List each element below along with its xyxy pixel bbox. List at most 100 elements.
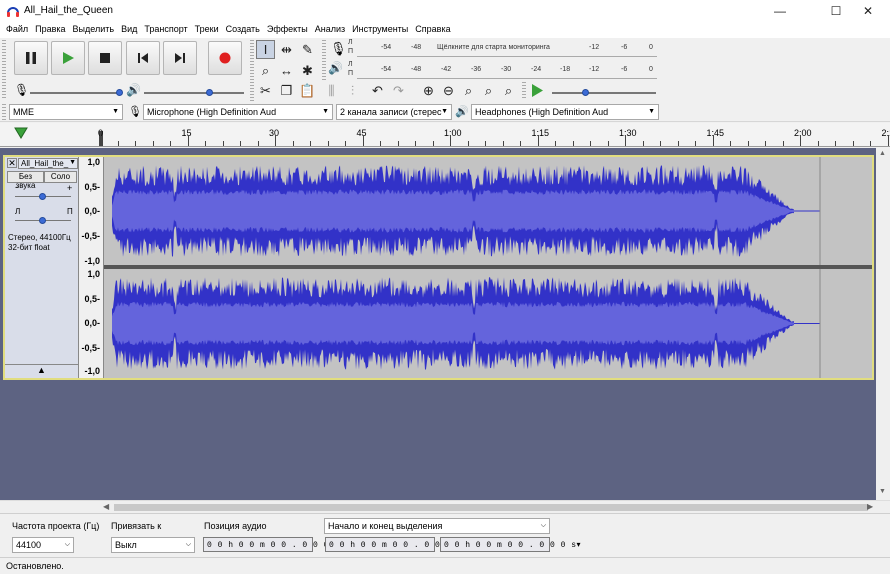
toolbar-grip[interactable] xyxy=(250,82,254,100)
mute-button[interactable]: Без звука xyxy=(7,171,44,190)
toolbar-grip[interactable] xyxy=(322,40,326,80)
recording-channels-select[interactable]: 2 канала записи (стерес ▼ xyxy=(336,104,452,120)
recording-volume-thumb[interactable] xyxy=(116,89,123,96)
selection-start-field[interactable]: 0 0 h 0 0 m 0 0 . 0 0 0 s▾ xyxy=(325,537,466,552)
zoom-out-icon[interactable]: ⊖ xyxy=(439,81,458,100)
close-track-icon[interactable]: ✕ xyxy=(7,158,17,168)
ruler-tick xyxy=(835,141,836,146)
audio-track[interactable]: ✕ All_Hail_the_ ▼ Без звука Соло - + Л П … xyxy=(3,155,874,380)
toolbar-grip[interactable] xyxy=(2,40,6,80)
gain-minus-label: - xyxy=(15,182,18,192)
menu-tools[interactable]: Инструменты xyxy=(349,22,412,38)
play-at-speed-thumb[interactable] xyxy=(582,89,589,96)
recording-volume-slider[interactable] xyxy=(30,92,122,94)
draw-tool[interactable]: ✎ xyxy=(298,40,317,59)
menu-file[interactable]: Файл xyxy=(3,22,32,38)
menu-transport[interactable]: Транспорт xyxy=(141,22,191,38)
toolbar-grip[interactable] xyxy=(2,104,6,120)
record-meter[interactable]: -54 -48 Щёлкните для старта мониторинга … xyxy=(357,41,657,57)
selection-tool[interactable]: I xyxy=(256,40,275,59)
track-name-menu[interactable]: All_Hail_the_ ▼ xyxy=(18,158,78,169)
cut-icon[interactable]: ✂ xyxy=(256,81,275,100)
playback-meter-tick: -48 xyxy=(411,66,422,73)
collapse-track-button[interactable]: ▲ xyxy=(5,364,78,378)
play-button[interactable] xyxy=(51,41,85,75)
snap-to-select[interactable]: Выкл ⌵ xyxy=(111,537,195,553)
pinned-play-head-icon[interactable] xyxy=(14,127,28,139)
undo-icon[interactable]: ↶ xyxy=(368,81,387,100)
ruler-tick xyxy=(327,141,329,146)
playback-meter-tick: -24 xyxy=(531,66,542,73)
vertical-scrollbar[interactable]: ▲ ▼ xyxy=(876,148,890,500)
toolbar-grip[interactable] xyxy=(522,82,526,100)
horizontal-scroll-thumb[interactable] xyxy=(114,504,868,511)
record-meter-tick: -12 xyxy=(589,44,600,51)
scroll-right-icon[interactable]: ▶ xyxy=(867,502,873,511)
multi-tool[interactable]: ✱ xyxy=(298,61,317,80)
record-button[interactable] xyxy=(208,41,242,75)
selection-mode-select[interactable]: Начало и конец выделения ⌵ xyxy=(324,518,550,534)
fit-selection-icon[interactable]: ⌕ xyxy=(459,81,478,100)
envelope-icon: ⇹ xyxy=(281,41,292,57)
selection-end-field[interactable]: 0 0 h 0 0 m 0 0 . 0 0 0 s▾ xyxy=(440,537,581,552)
speaker-icon[interactable]: 🔊 xyxy=(328,61,343,75)
record-icon xyxy=(219,52,231,64)
menu-view[interactable]: Вид xyxy=(118,22,141,38)
scroll-down-icon[interactable]: ▼ xyxy=(879,488,886,495)
menu-generate[interactable]: Создать xyxy=(223,22,264,38)
scroll-left-icon[interactable]: ◀ xyxy=(103,502,109,511)
skip-to-start-button[interactable] xyxy=(126,41,160,75)
timeline-ruler[interactable]: 01530451:001:151:301:452:002:15 xyxy=(0,123,890,147)
playback-device-select[interactable]: Headphones (High Definition Aud ▼ xyxy=(471,104,659,120)
audacity-app-icon xyxy=(7,7,19,17)
play-at-speed-slider[interactable] xyxy=(552,92,656,94)
waveform-right-channel[interactable] xyxy=(104,269,872,378)
project-rate-value: 44100 xyxy=(16,540,42,550)
waveform-left-channel[interactable] xyxy=(104,157,872,265)
pause-button[interactable] xyxy=(14,41,48,75)
menu-select[interactable]: Выделить xyxy=(70,22,119,38)
gain-slider-thumb[interactable] xyxy=(39,193,46,200)
fit-project-icon[interactable]: ⌕ xyxy=(479,81,498,100)
recording-device-select[interactable]: Microphone (High Definition Aud ▼ xyxy=(143,104,333,120)
silence-audio-icon[interactable]: ⫶ xyxy=(343,81,362,100)
zoom-tool[interactable]: ⌕ xyxy=(256,61,275,80)
microphone-icon[interactable]: 🎙 xyxy=(330,41,347,57)
playback-meter[interactable]: -54 -48 -42 -36 -30 -24 -18 -12 -6 0 xyxy=(357,63,657,79)
redo-icon[interactable]: ↷ xyxy=(389,81,408,100)
ruler-tick xyxy=(100,135,101,146)
skip-to-end-button[interactable] xyxy=(163,41,197,75)
horizontal-scrollbar[interactable]: ◀ ▶ xyxy=(0,500,890,513)
copy-icon[interactable]: ❐ xyxy=(277,81,296,100)
playback-volume-slider[interactable] xyxy=(144,92,244,94)
envelope-tool[interactable]: ⇹ xyxy=(277,40,296,59)
play-at-speed-icon[interactable] xyxy=(531,84,544,97)
menu-effects[interactable]: Эффекты xyxy=(264,22,312,38)
pencil-icon: ✎ xyxy=(302,41,313,57)
amplitude-label: -1,0 xyxy=(84,256,100,266)
paste-icon[interactable]: 📋 xyxy=(298,81,317,100)
minimize-button[interactable]: — xyxy=(758,0,802,22)
menu-analyze[interactable]: Анализ xyxy=(312,22,349,38)
ruler-tick-label: 1:30 xyxy=(619,128,637,138)
menu-help[interactable]: Справка xyxy=(412,22,454,38)
ruler-tick xyxy=(240,141,241,146)
ruler-tick xyxy=(782,141,784,146)
zoom-toggle-icon[interactable]: ⌕ xyxy=(499,81,518,100)
solo-button[interactable]: Соло xyxy=(44,171,77,183)
scroll-up-icon[interactable]: ▲ xyxy=(879,150,886,157)
audio-host-select[interactable]: MME ▼ xyxy=(9,104,123,120)
zoom-in-icon[interactable]: ⊕ xyxy=(419,81,438,100)
playback-volume-thumb[interactable] xyxy=(206,89,213,96)
project-rate-select[interactable]: 44100 ⌵ xyxy=(12,537,74,553)
menu-edit[interactable]: Правка xyxy=(32,22,69,38)
pan-slider-thumb[interactable] xyxy=(39,217,46,224)
menu-tracks[interactable]: Треки xyxy=(192,22,223,38)
toolbar-grip[interactable] xyxy=(2,82,6,100)
time-shift-tool[interactable]: ↔ xyxy=(277,61,296,80)
close-button[interactable]: ✕ xyxy=(846,0,890,22)
stop-button[interactable] xyxy=(88,41,122,75)
start-monitoring-prompt[interactable]: Щёлкните для старта мониторинга xyxy=(437,44,550,51)
audio-position-field[interactable]: 0 0 h 0 0 m 0 0 . 0 0 0 s▾ xyxy=(203,537,344,552)
trim-audio-icon[interactable]: ⫼ xyxy=(322,81,341,100)
